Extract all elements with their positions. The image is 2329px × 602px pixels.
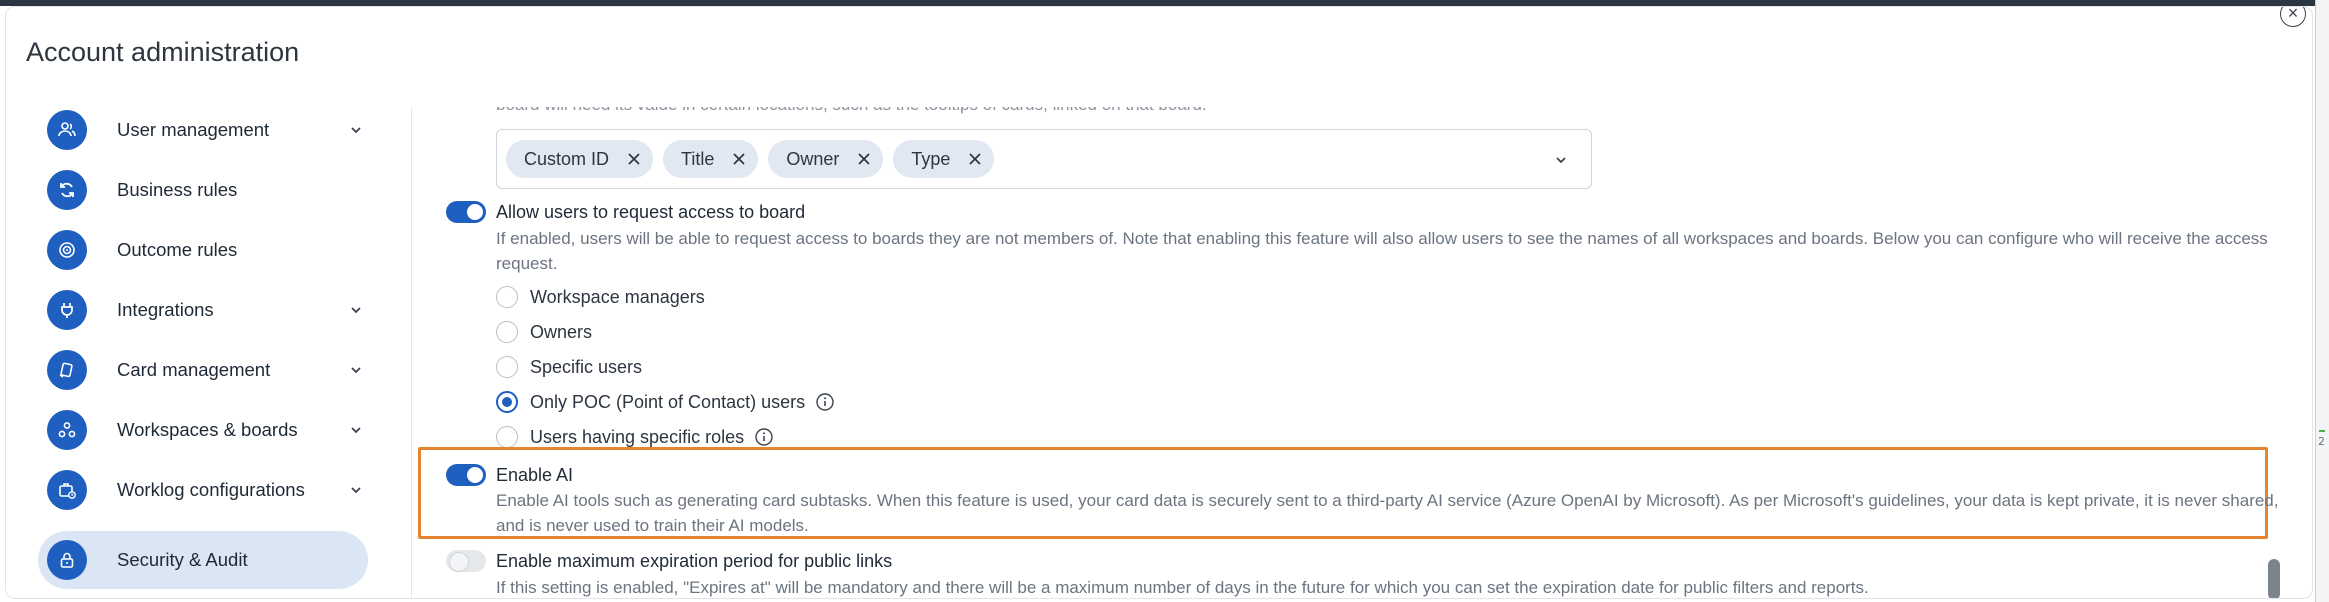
sidebar-item-label: Card management xyxy=(117,359,271,380)
radio-label: Owners xyxy=(530,321,593,342)
radio-specific-users[interactable]: Specific users xyxy=(496,354,642,380)
admin-sidebar: User management Business rules Outcome r… xyxy=(6,107,411,598)
info-icon[interactable] xyxy=(815,392,835,412)
chevron-down-icon xyxy=(351,307,361,314)
radio-owners[interactable]: Owners xyxy=(496,319,592,345)
radio-workspace-managers[interactable]: Workspace managers xyxy=(496,284,705,310)
sidebar-item-security-audit[interactable]: Security & Audit xyxy=(38,531,368,589)
field-chip: Owner xyxy=(768,140,884,178)
sidebar-item-label: Workspaces & boards xyxy=(117,419,298,440)
cut-off-description: board will need its value in certain loc… xyxy=(496,107,1207,115)
lock-icon xyxy=(47,540,87,580)
radio-button[interactable] xyxy=(496,286,518,308)
radio-button[interactable] xyxy=(496,426,518,448)
chevron-down-icon xyxy=(351,367,361,374)
refresh-icon xyxy=(47,170,87,210)
sidebar-item-card-management[interactable]: Card management xyxy=(38,341,368,399)
card-icon xyxy=(47,350,87,390)
remove-chip-icon[interactable] xyxy=(966,150,984,168)
chevron-down-icon[interactable] xyxy=(1551,150,1571,170)
settings-content: board will need its value in certain loc… xyxy=(412,107,2302,598)
background-page-edge: 2 xyxy=(2315,0,2329,602)
sidebar-item-label: Worklog configurations xyxy=(117,479,305,500)
sidebar-item-label: Integrations xyxy=(117,299,214,320)
scrollbar-thumb[interactable] xyxy=(2268,559,2280,598)
chip-label: Owner xyxy=(786,148,840,169)
radio-label: Users having specific roles xyxy=(530,426,745,447)
close-icon[interactable]: × xyxy=(2280,7,2306,27)
workspaces-icon xyxy=(47,410,87,450)
card-fields-multiselect[interactable]: Custom ID Title Owner Type xyxy=(496,129,1592,189)
radio-button[interactable] xyxy=(496,391,518,413)
modal-title: Account administration xyxy=(26,37,300,67)
remove-chip-icon[interactable] xyxy=(730,150,748,168)
field-chip: Custom ID xyxy=(506,140,654,178)
field-chip: Title xyxy=(663,140,759,178)
radio-label: Specific users xyxy=(530,356,643,377)
target-icon xyxy=(47,230,87,270)
sidebar-item-label: Business rules xyxy=(117,179,238,200)
remove-chip-icon[interactable] xyxy=(855,150,873,168)
request-access-toggle[interactable] xyxy=(446,201,486,223)
radio-button[interactable] xyxy=(496,321,518,343)
chip-label: Type xyxy=(911,148,951,169)
sidebar-item-worklog-configurations[interactable]: Worklog configurations xyxy=(38,461,368,519)
users-icon xyxy=(47,110,87,150)
enable-ai-toggle[interactable] xyxy=(446,464,486,486)
sidebar-item-business-rules[interactable]: Business rules xyxy=(38,161,368,219)
chevron-down-icon xyxy=(351,127,361,134)
info-icon[interactable] xyxy=(754,427,774,447)
sidebar-item-integrations[interactable]: Integrations xyxy=(38,281,368,339)
background-green-mark xyxy=(2319,430,2325,432)
chip-label: Custom ID xyxy=(524,148,610,169)
enable-ai-description: Enable AI tools such as generating card … xyxy=(496,491,2279,535)
radio-label: Workspace managers xyxy=(530,286,705,307)
briefcase-clock-icon xyxy=(47,470,87,510)
chip-label: Title xyxy=(681,148,715,169)
background-number: 2 xyxy=(2318,435,2325,448)
remove-chip-icon[interactable] xyxy=(625,150,643,168)
sidebar-item-label: Outcome rules xyxy=(117,239,238,260)
enable-ai-title: Enable AI xyxy=(496,465,574,485)
sidebar-item-user-management[interactable]: User management xyxy=(38,101,368,159)
radio-label: Only POC (Point of Contact) users xyxy=(530,391,806,412)
sidebar-item-outcome-rules[interactable]: Outcome rules xyxy=(38,221,368,279)
field-chip: Type xyxy=(893,140,995,178)
sidebar-item-label: Security & Audit xyxy=(117,549,248,570)
expiration-toggle[interactable] xyxy=(446,550,486,572)
expiration-title: Enable maximum expiration period for pub… xyxy=(496,551,893,571)
plug-icon xyxy=(47,290,87,330)
account-administration-modal: Account administration User management B… xyxy=(5,6,2313,599)
request-access-title: Allow users to request access to board xyxy=(496,202,806,222)
radio-only-poc-users[interactable]: Only POC (Point of Contact) users xyxy=(496,389,835,415)
sidebar-item-label: User management xyxy=(117,119,270,140)
radio-button[interactable] xyxy=(496,356,518,378)
request-access-description: If enabled, users will be able to reques… xyxy=(496,229,2268,273)
chevron-down-icon xyxy=(351,487,361,494)
expiration-description: If this setting is enabled, "Expires at"… xyxy=(496,578,1869,597)
chevron-down-icon xyxy=(351,427,361,434)
sidebar-item-workspaces-boards[interactable]: Workspaces & boards xyxy=(38,401,368,459)
